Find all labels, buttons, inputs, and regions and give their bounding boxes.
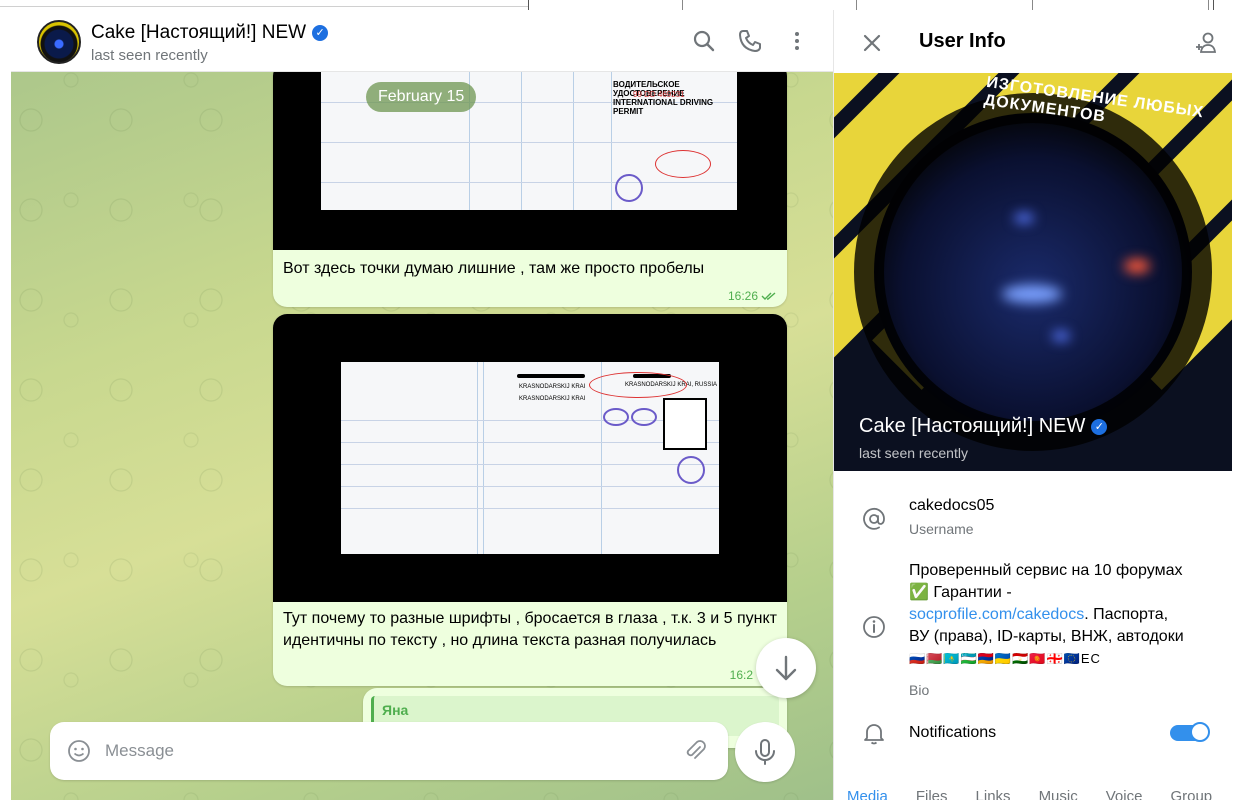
info-icon: [863, 616, 885, 638]
red-annotation: [589, 372, 687, 398]
tab-voice[interactable]: Voice: [1106, 788, 1143, 800]
verified-icon: ✓: [1091, 418, 1108, 435]
message-photo[interactable]: KRASNODARSKIJ KRAI, RUSSIA KRASNODARSKIJ…: [273, 314, 787, 602]
bio-row[interactable]: Проверенный сервис на 10 форумах ✅ Гаран…: [834, 558, 1244, 698]
add-contact-icon[interactable]: [1194, 30, 1220, 56]
emoji-icon[interactable]: [66, 738, 92, 764]
scroll-to-bottom-button[interactable]: [756, 638, 816, 698]
doc-stamp: [631, 408, 657, 426]
message-text: Вот здесь точки думаю лишние , там же пр…: [283, 260, 705, 277]
mic-icon: [755, 739, 775, 765]
avatar[interactable]: [37, 20, 81, 64]
message-input[interactable]: Message: [105, 741, 174, 761]
more-vert-icon[interactable]: [784, 28, 810, 54]
attach-icon[interactable]: [682, 738, 708, 764]
shared-media-tabs: Media Files Links Music Voice Group: [847, 788, 1212, 800]
tab-links[interactable]: Links: [976, 788, 1011, 800]
doc-heading-en: INTERNATIONAL DRIVING PERMIT: [613, 98, 714, 116]
user-info-panel: User Info ИЗГОТОВЛЕНИЕ ЛЮБЫХ ДОКУМЕНТОВ …: [833, 10, 1244, 800]
username-value: cakedocs05: [909, 497, 995, 514]
search-icon[interactable]: [691, 28, 717, 54]
bio-label: Bio: [909, 682, 930, 698]
redaction-mark: [517, 374, 585, 378]
message-bubble[interactable]: ВОДИТЕЛЬСКОЕ УДОСТОВЕРЕНИЕ 99 DD 469231 …: [273, 62, 787, 307]
tab-music[interactable]: Music: [1039, 788, 1078, 800]
username-row[interactable]: cakedocs05 Username: [834, 490, 1244, 550]
tab-media[interactable]: Media: [847, 788, 888, 800]
chat-title[interactable]: Cake [Настоящий!] NEW ✓: [91, 22, 329, 44]
double-check-icon: [761, 292, 776, 300]
verified-icon: ✓: [312, 25, 329, 41]
notifications-label: Notifications: [909, 724, 997, 741]
at-icon: [863, 507, 885, 530]
arrow-down-icon: [775, 655, 797, 681]
message-time-label: 16:2: [729, 668, 753, 682]
bio-link[interactable]: socprofile.com/cakedocs: [909, 606, 1084, 623]
banner-ring: [854, 93, 1212, 451]
profile-name-label: Cake [Настоящий!] NEW: [859, 415, 1086, 437]
bio-line: Проверенный сервис на 10 форумах: [909, 562, 1183, 579]
profile-status: last seen recently: [859, 445, 968, 461]
doc-stamp: [677, 456, 705, 484]
car-light: [1014, 213, 1034, 223]
photo-placeholder: [663, 398, 707, 450]
message-text: Тут почему то разные шрифты , бросается …: [283, 610, 777, 649]
car-light: [1124, 259, 1150, 273]
bio-text: Проверенный сервис на 10 форумах ✅ Гаран…: [909, 560, 1229, 670]
voice-record-button[interactable]: [735, 722, 795, 782]
tab-group[interactable]: Group: [1170, 788, 1212, 800]
tab-files[interactable]: Files: [916, 788, 948, 800]
message-time-label: 16:26: [727, 289, 758, 303]
message-time: 16:2: [730, 668, 753, 682]
car-light: [1002, 285, 1062, 303]
document-scan: KRASNODARSKIJ KRAI, RUSSIA KRASNODARSKIJ…: [341, 362, 719, 554]
chat-title-label: Cake [Настоящий!] NEW: [91, 22, 307, 43]
phone-icon[interactable]: [737, 28, 763, 54]
doc-line: KRASNODARSKIJ KRAI: [519, 384, 586, 390]
message-composer[interactable]: Message: [50, 722, 728, 780]
date-separator: February 15: [366, 82, 477, 112]
reply-quote-author: Яна: [382, 702, 409, 718]
doc-stamp: [603, 408, 629, 426]
message-bubble[interactable]: KRASNODARSKIJ KRAI, RUSSIA KRASNODARSKIJ…: [273, 314, 787, 686]
bio-line: ВУ (права), ID-карты, ВНЖ, автодоки: [909, 628, 1184, 645]
bio-flags: 🇷🇺🇧🇾🇰🇿🇺🇿🇦🇲🇺🇦🇹🇯🇰🇬🇬🇪🇪🇺ЕС: [909, 651, 1101, 666]
username-label: Username: [909, 521, 974, 537]
message-time: 16:26: [728, 289, 777, 303]
notifications-toggle[interactable]: [1170, 722, 1210, 742]
doc-stamp: [615, 174, 643, 202]
panel-title: User Info: [919, 30, 1006, 52]
chat-status: last seen recently: [91, 47, 208, 64]
red-annotation: [655, 150, 711, 178]
close-icon[interactable]: [860, 31, 884, 55]
bio-line-tail: . Паспорта,: [1084, 606, 1169, 623]
bio-line: ✅ Гарантии -: [909, 584, 1012, 601]
profile-banner[interactable]: ИЗГОТОВЛЕНИЕ ЛЮБЫХ ДОКУМЕНТОВ Cake [Наст…: [834, 73, 1232, 471]
bell-icon: [864, 724, 884, 745]
doc-line: KRASNODARSKIJ KRAI: [519, 396, 586, 402]
profile-name: Cake [Настоящий!] NEW ✓: [859, 415, 1108, 438]
chat-header[interactable]: Cake [Настоящий!] NEW ✓ last seen recent…: [11, 10, 833, 72]
car-light: [1052, 331, 1070, 341]
bio-line: socprofile.com/cakedocs. Паспорта,: [909, 604, 1229, 626]
chat-pane: ВОДИТЕЛЬСКОЕ УДОСТОВЕРЕНИЕ 99 DD 469231 …: [11, 10, 833, 800]
message-photo[interactable]: ВОДИТЕЛЬСКОЕ УДОСТОВЕРЕНИЕ 99 DD 469231 …: [273, 62, 787, 250]
